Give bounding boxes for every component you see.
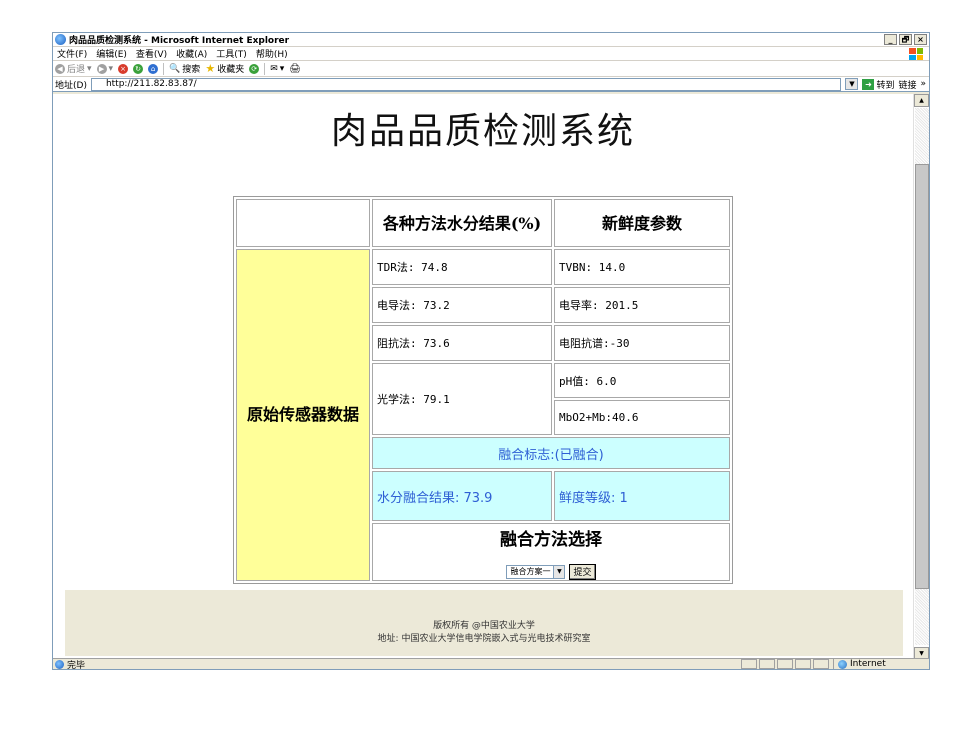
globe-icon	[838, 659, 847, 669]
home-icon[interactable]: ⌂	[148, 63, 159, 74]
method-selection-cell: 融合方法选择 融合方案一 ▼ 提交	[372, 523, 730, 581]
menu-help[interactable]: 帮助(H)	[256, 47, 288, 60]
links-button[interactable]: 链接	[898, 78, 916, 91]
mail-dropdown-icon: ▾	[279, 63, 285, 74]
impedance-value: 阻抗法: 73.6	[372, 325, 552, 361]
fusion-water-result: 水分融合结果: 73.9	[372, 471, 552, 521]
address-bar: 地址(D) ▼ ➜ 转到 链接 »	[53, 77, 929, 92]
vertical-scrollbar[interactable]: ▲ ▼	[913, 94, 929, 660]
method-title: 融合方法选择	[500, 529, 602, 550]
conductivity-rate-value: 电导率: 201.5	[554, 287, 730, 323]
freshness-grade: 鲜度等级: 1	[554, 471, 730, 521]
page-status-icon	[55, 659, 64, 669]
conductivity-value: 电导法: 73.2	[372, 287, 552, 323]
optical-value: 光学法: 79.1	[372, 363, 552, 435]
forward-button[interactable]: ▶ ▾	[96, 63, 114, 74]
method-controls: 融合方案一 ▼ 提交	[373, 563, 729, 580]
results-table: 各种方法水分结果(%) 新鲜度参数 原始传感器数据 TDR法: 74.8 TVB…	[233, 196, 733, 584]
window-controls: _ 🗗 ×	[884, 34, 929, 45]
browser-window: 肉品品质检测系统 - Microsoft Internet Explorer _…	[52, 32, 930, 671]
minimize-button[interactable]: _	[884, 34, 897, 45]
status-cell	[813, 659, 829, 669]
ph-value: pH值: 6.0	[554, 363, 730, 398]
method-select[interactable]: 融合方案一 ▼	[506, 564, 566, 579]
forward-arrow-icon: ▶	[96, 63, 107, 74]
window-title: 肉品品质检测系统 - Microsoft Internet Explorer	[69, 36, 290, 46]
title-bar: 肉品品质检测系统 - Microsoft Internet Explorer _…	[53, 33, 929, 47]
tvbn-value: TVBN: 14.0	[554, 249, 730, 285]
address-dropdown-icon[interactable]: ▼	[845, 78, 859, 90]
footer-address: 地址: 中国农业大学信电学院嵌入式与光电技术研究室	[377, 634, 591, 644]
zone-label: Internet	[850, 659, 886, 669]
scroll-up-icon[interactable]: ▲	[914, 94, 929, 107]
refresh-icon[interactable]: ↻	[133, 63, 144, 74]
address-label: 地址(D)	[55, 80, 87, 91]
print-icon[interactable]: 🖨	[289, 64, 300, 74]
go-label: 转到	[876, 80, 895, 91]
stop-icon[interactable]: ×	[118, 63, 129, 74]
menu-edit[interactable]: 编辑(E)	[96, 47, 127, 60]
links-more-icon[interactable]: »	[920, 79, 929, 89]
tdr-value: TDR法: 74.8	[372, 249, 552, 285]
search-icon: 🔍	[169, 63, 181, 74]
windows-logo-icon	[909, 48, 923, 60]
header-empty-cell	[236, 199, 370, 247]
back-dropdown-icon: ▾	[87, 63, 92, 74]
menu-file[interactable]: 文件(F)	[57, 47, 87, 60]
restore-button[interactable]: 🗗	[899, 34, 912, 45]
go-button[interactable]: ➜ 转到	[862, 78, 894, 91]
footer: 版权所有 @中国农业大学 地址: 中国农业大学信电学院嵌入式与光电技术研究室	[65, 590, 903, 656]
close-button[interactable]: ×	[914, 34, 927, 45]
status-cell	[777, 659, 793, 669]
scroll-thumb[interactable]	[915, 164, 929, 589]
menu-tools[interactable]: 工具(T)	[216, 47, 247, 60]
header-water: 各种方法水分结果(%)	[372, 199, 552, 247]
footer-copyright: 版权所有 @中国农业大学	[433, 621, 535, 631]
back-label: 后退	[67, 65, 86, 75]
back-arrow-icon: ◀	[55, 63, 65, 74]
mail-button[interactable]: ✉ ▾	[270, 64, 284, 74]
address-field-wrapper	[90, 77, 842, 91]
toolbar-separator	[163, 62, 165, 75]
search-label: 搜索	[182, 65, 201, 75]
status-cell	[795, 659, 811, 669]
sensor-data-label: 原始传感器数据	[236, 249, 370, 581]
status-cell	[741, 659, 757, 669]
impedance-spectrum-value: 电阻抗谱:-30	[554, 325, 730, 361]
address-input[interactable]	[90, 77, 842, 91]
forward-dropdown-icon: ▾	[108, 63, 114, 74]
back-button[interactable]: ◀ 后退 ▾	[55, 62, 92, 75]
menu-view[interactable]: 查看(V)	[136, 47, 167, 60]
favorites-button[interactable]: ★ 收藏夹	[205, 62, 244, 75]
status-bar: 完毕 Internet	[53, 658, 929, 671]
favorites-label: 收藏夹	[217, 65, 245, 75]
status-text: 完毕	[67, 660, 86, 671]
menu-favorites[interactable]: 收藏(A)	[176, 47, 207, 60]
ie-logo-icon	[55, 34, 66, 45]
mbo2-value: MbO2+Mb:40.6	[554, 400, 730, 435]
menu-bar: 文件(F) 编辑(E) 查看(V) 收藏(A) 工具(T) 帮助(H)	[53, 47, 929, 61]
star-icon: ★	[205, 62, 216, 75]
header-freshness: 新鲜度参数	[554, 199, 730, 247]
search-button[interactable]: 🔍 搜索	[169, 62, 201, 76]
security-zone: Internet	[833, 659, 923, 669]
scroll-track-top[interactable]	[915, 108, 929, 164]
toolbar-separator	[264, 62, 266, 75]
fusion-flag: 融合标志:(已融合)	[372, 437, 730, 469]
chevron-down-icon: ▼	[553, 565, 565, 578]
scroll-track-bottom[interactable]	[915, 589, 929, 645]
method-select-value: 融合方案一	[510, 567, 551, 576]
page-viewport: 肉品品质检测系统 各种方法水分结果(%) 新鲜度参数 原始传感器数据 TDR法:…	[53, 94, 913, 660]
go-arrow-icon: ➜	[862, 78, 875, 90]
toolbar: ◀ 后退 ▾ ▶ ▾ × ↻ ⌂ 🔍 搜索 ★ 收藏夹 ⟳ ✉ ▾ 🖨	[53, 61, 929, 77]
submit-button[interactable]: 提交	[569, 563, 596, 580]
status-cells	[741, 659, 829, 669]
page-title: 肉品品质检测系统	[330, 111, 635, 152]
history-icon[interactable]: ⟳	[249, 63, 260, 74]
mail-icon: ✉	[270, 63, 278, 74]
status-cell	[759, 659, 775, 669]
